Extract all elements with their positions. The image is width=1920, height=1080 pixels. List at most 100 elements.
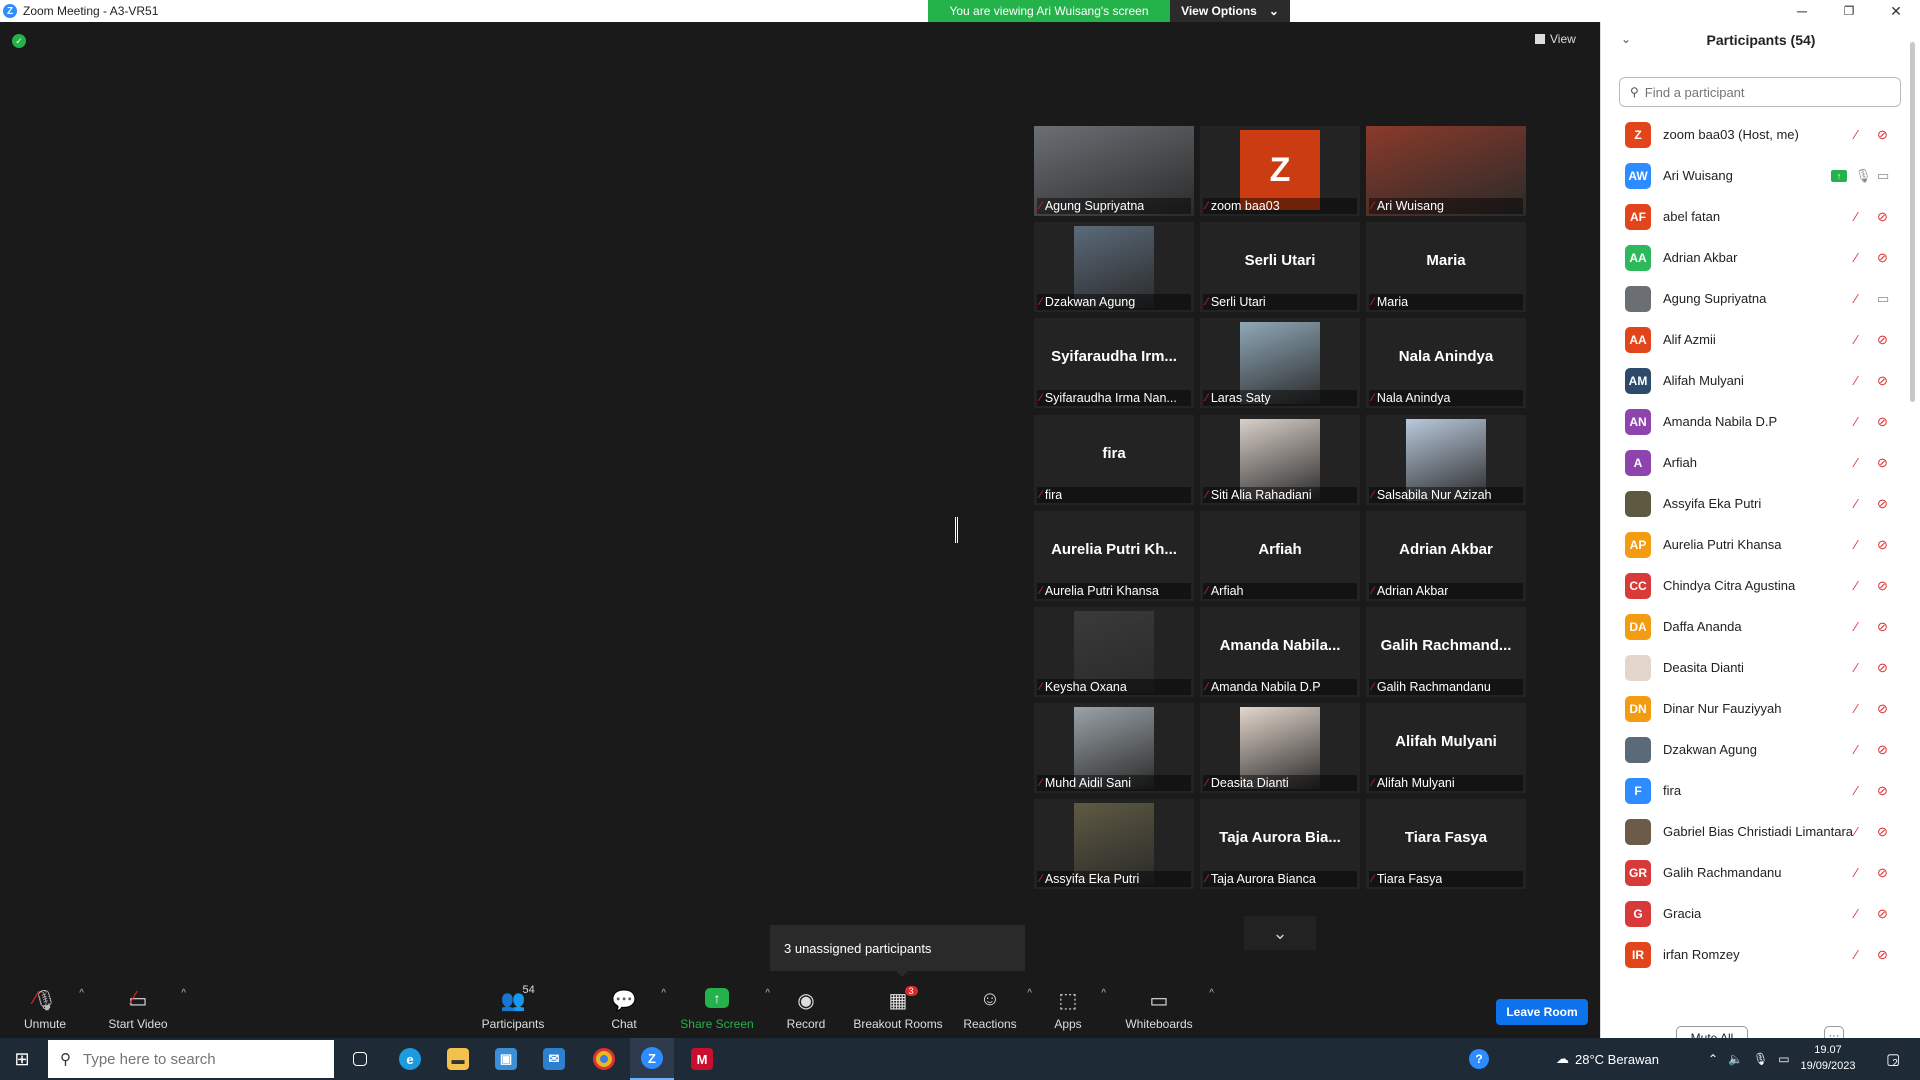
taskbar-search[interactable]: ⚲ [48, 1040, 334, 1078]
video-tile[interactable]: ⁄ Agung Supriyatna [1034, 126, 1194, 216]
video-tile[interactable]: Arfiah ⁄ Arfiah [1200, 510, 1360, 601]
video-off-icon[interactable]: ⊘ [1877, 824, 1888, 840]
volume-icon[interactable]: 🔈 [1728, 1052, 1743, 1066]
mail-icon[interactable]: ✉ [532, 1038, 576, 1080]
video-tile[interactable]: Maria ⁄ Maria [1366, 222, 1526, 313]
video-icon[interactable]: ▭ [1877, 168, 1889, 184]
video-options-caret-icon[interactable]: ^ [181, 988, 186, 999]
video-tile[interactable]: ⁄ Laras Saty [1200, 318, 1360, 409]
gallery-scroll-down-button[interactable]: ⌄ [1244, 916, 1316, 950]
edge-browser-icon[interactable]: e [388, 1038, 432, 1080]
weather-widget[interactable]: ☁ 28°C Berawan [1556, 1038, 1659, 1080]
network-icon[interactable]: ▭ [1778, 1052, 1789, 1066]
participant-row[interactable]: Assyifa Eka Putri ⁄ ⊘ [1601, 483, 1901, 524]
chrome-icon[interactable] [582, 1038, 626, 1080]
microphone-icon[interactable]: 🎙 [1753, 1052, 1768, 1066]
video-off-icon[interactable]: ⊘ [1877, 783, 1888, 799]
chat-button[interactable]: 💬 Chat ^ [604, 980, 666, 1038]
video-tile[interactable]: ⁄ Ari Wuisang [1366, 126, 1526, 216]
participant-row[interactable]: DA Daffa Ananda ⁄ ⊘ [1601, 606, 1901, 647]
participant-row[interactable]: AF abel fatan ⁄ ⊘ [1601, 196, 1901, 237]
participant-row[interactable]: AA Adrian Akbar ⁄ ⊘ [1601, 237, 1901, 278]
mic-muted-icon[interactable]: ⁄ [1855, 209, 1857, 224]
video-tile[interactable]: ⁄ Salsabila Nur Azizah [1366, 414, 1526, 505]
notifications-icon[interactable]: ▢ 2 [1872, 1038, 1912, 1080]
video-tile[interactable]: Z ⁄ zoom baa03 [1200, 126, 1360, 216]
participant-search-input[interactable] [1644, 84, 1885, 100]
apps-button[interactable]: ⬚ Apps ^ [1050, 980, 1106, 1038]
participant-row[interactable]: AM Alifah Mulyani ⁄ ⊘ [1601, 360, 1901, 401]
participant-row[interactable]: AN Amanda Nabila D.P ⁄ ⊘ [1601, 401, 1901, 442]
video-tile[interactable]: Adrian Akbar ⁄ Adrian Akbar [1366, 510, 1526, 601]
video-off-icon[interactable]: ⊘ [1877, 209, 1888, 225]
video-icon[interactable]: ▭ [1877, 291, 1889, 307]
video-off-icon[interactable]: ⊘ [1877, 250, 1888, 266]
video-off-icon[interactable]: ⊘ [1877, 414, 1888, 430]
participants-button[interactable]: 👥 54 Participants [478, 980, 548, 1038]
video-tile[interactable]: ⁄ Siti Alia Rahadiani [1200, 414, 1360, 505]
participant-row[interactable]: DN Dinar Nur Fauziyyah ⁄ ⊘ [1601, 688, 1901, 729]
video-off-icon[interactable]: ⊘ [1877, 496, 1888, 512]
taskbar-clock[interactable]: 19.07 19/09/2023 [1796, 1042, 1860, 1074]
video-off-icon[interactable]: ⊘ [1877, 332, 1888, 348]
minimize-button[interactable]: ─ [1782, 0, 1822, 22]
participant-search[interactable]: ⚲ [1619, 77, 1901, 107]
participant-row[interactable]: AW Ari Wuisang ↑ 🎙 ▭ [1601, 155, 1901, 196]
participant-row[interactable]: Deasita Dianti ⁄ ⊘ [1601, 647, 1901, 688]
whiteboards-button[interactable]: ▭ Whiteboards ^ [1124, 980, 1214, 1038]
participant-row[interactable]: Agung Supriyatna ⁄ ▭ [1601, 278, 1901, 319]
video-tile[interactable]: Galih Rachmand... ⁄ Galih Rachmandanu [1366, 607, 1526, 697]
participant-row[interactable]: CC Chindya Citra Agustina ⁄ ⊘ [1601, 565, 1901, 606]
video-off-icon[interactable]: ⊘ [1877, 701, 1888, 717]
close-button[interactable]: ✕ [1876, 0, 1916, 22]
mic-muted-icon[interactable]: ⁄ [1855, 291, 1857, 306]
mic-muted-icon[interactable]: ⁄ [1855, 660, 1857, 675]
video-tile[interactable]: Serli Utari ⁄ Serli Utari [1200, 222, 1360, 313]
participant-row[interactable]: Ffira ⁄ ⊘ [1601, 770, 1901, 811]
zoom-taskbar-icon[interactable]: Z [630, 1038, 674, 1080]
mic-muted-icon[interactable]: ⁄ [1855, 824, 1857, 839]
video-off-icon[interactable]: ⊘ [1877, 373, 1888, 389]
mic-muted-icon[interactable]: ⁄ [1855, 496, 1857, 511]
microsoft-store-icon[interactable]: ▣ [484, 1038, 528, 1080]
breakout-rooms-button[interactable]: ▦ 3 Breakout Rooms [852, 980, 944, 1038]
mic-icon[interactable]: 🎙 [1855, 168, 1872, 184]
share-screen-button[interactable]: ↑ Share Screen ^ [680, 980, 770, 1038]
video-off-icon[interactable]: ⊘ [1877, 127, 1888, 143]
audio-options-caret-icon[interactable]: ^ [79, 988, 84, 999]
participant-row[interactable]: A Arfiah ⁄ ⊘ [1601, 442, 1901, 483]
taskbar-search-input[interactable] [83, 1050, 283, 1068]
participant-row[interactable]: IR irfan Romzey ⁄ ⊘ [1601, 934, 1901, 975]
mic-muted-icon[interactable]: ⁄ [1855, 455, 1857, 470]
video-tile[interactable]: Alifah Mulyani ⁄ Alifah Mulyani [1366, 703, 1526, 794]
video-tile[interactable]: Aurelia Putri Kh... ⁄ Aurelia Putri Khansa [1034, 510, 1194, 601]
participant-row[interactable]: AA Alif Azmii ⁄ ⊘ [1601, 319, 1901, 360]
unmute-button[interactable]: 🎙 ⁄ Unmute ^ [20, 980, 84, 1038]
video-tile[interactable]: Taja Aurora Bia... ⁄ Taja Aurora Bianca [1200, 799, 1360, 890]
share-options-caret-icon[interactable]: ^ [765, 988, 770, 999]
video-off-icon[interactable]: ⊘ [1877, 578, 1888, 594]
leave-room-button[interactable]: Leave Room [1496, 999, 1588, 1025]
whiteboards-options-caret-icon[interactable]: ^ [1209, 988, 1214, 999]
video-off-icon[interactable]: ⊘ [1877, 742, 1888, 758]
unassigned-participants-tooltip[interactable]: 3 unassigned participants [770, 925, 1025, 977]
reactions-button[interactable]: ☺ Reactions ^ [962, 980, 1032, 1038]
video-off-icon[interactable]: ⊘ [1877, 660, 1888, 676]
windows-start-icon[interactable]: ⊞ [0, 1038, 44, 1080]
mic-muted-icon[interactable]: ⁄ [1855, 578, 1857, 593]
video-tile[interactable]: Tiara Fasya ⁄ Tiara Fasya [1366, 799, 1526, 890]
chat-options-caret-icon[interactable]: ^ [661, 988, 666, 999]
mic-muted-icon[interactable]: ⁄ [1855, 250, 1857, 265]
mic-muted-icon[interactable]: ⁄ [1855, 373, 1857, 388]
mic-muted-icon[interactable]: ⁄ [1855, 332, 1857, 347]
view-button[interactable]: View [1535, 32, 1576, 46]
video-tile[interactable]: Amanda Nabila... ⁄ Amanda Nabila D.P [1200, 607, 1360, 697]
mic-muted-icon[interactable]: ⁄ [1855, 537, 1857, 552]
video-off-icon[interactable]: ⊘ [1877, 865, 1888, 881]
mic-muted-icon[interactable]: ⁄ [1855, 701, 1857, 716]
video-tile[interactable]: ⁄ Keysha Oxana [1034, 607, 1194, 697]
mic-muted-icon[interactable]: ⁄ [1855, 414, 1857, 429]
mic-muted-icon[interactable]: ⁄ [1855, 865, 1857, 880]
video-tile[interactable]: Nala Anindya ⁄ Nala Anindya [1366, 318, 1526, 409]
video-off-icon[interactable]: ⊘ [1877, 906, 1888, 922]
